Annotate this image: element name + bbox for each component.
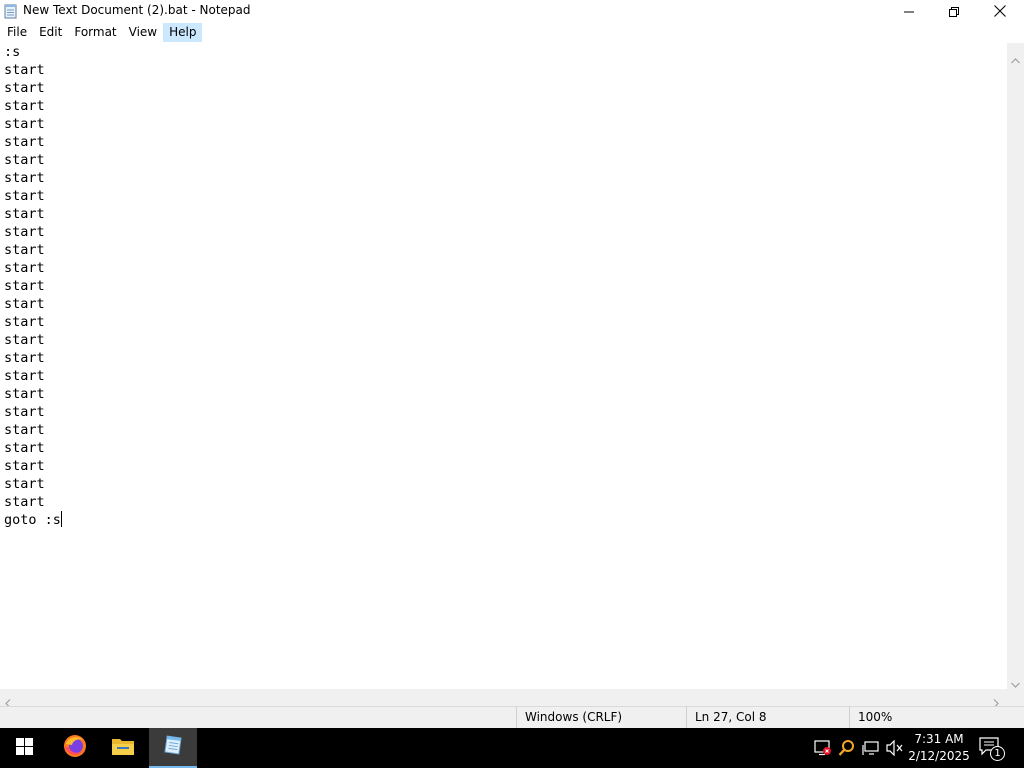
search-icon[interactable] [837, 738, 857, 758]
start-button[interactable] [0, 728, 48, 768]
zoom-status: 100% [849, 707, 1024, 729]
restore-icon [948, 2, 959, 21]
file-explorer-icon [111, 736, 135, 760]
title-bar[interactable]: New Text Document (2).bat - Notepad [0, 0, 1024, 23]
taskbar-notepad[interactable] [149, 728, 197, 768]
firefox-icon [63, 734, 87, 762]
taskbar: 7:31 AM 2/12/2025 1 [0, 728, 1024, 768]
scroll-up-icon[interactable] [1011, 49, 1020, 68]
close-icon [994, 2, 1006, 21]
menu-view[interactable]: View [123, 23, 163, 42]
minimize-icon [903, 2, 914, 21]
notepad-icon [162, 734, 184, 760]
close-button[interactable] [976, 0, 1024, 23]
window-title: New Text Document (2).bat - Notepad [23, 3, 251, 17]
cursor-position-status: Ln 27, Col 8 [686, 707, 850, 729]
scrollbar-corner [1007, 689, 1024, 706]
horizontal-scrollbar[interactable] [0, 689, 1007, 708]
volume-muted-icon[interactable] [885, 738, 905, 758]
clock-time: 7:31 AM [914, 732, 964, 746]
notification-count-badge: 1 [990, 746, 1005, 761]
windows-start-icon [15, 737, 33, 759]
taskbar-file-explorer[interactable] [99, 728, 147, 768]
vertical-scrollbar[interactable] [1007, 43, 1024, 689]
minimize-button[interactable] [886, 0, 931, 23]
network-icon[interactable] [861, 738, 881, 758]
status-bar: Windows (CRLF) Ln 27, Col 8 100% [0, 706, 1024, 729]
notepad-icon [4, 4, 18, 19]
menu-help[interactable]: Help [163, 23, 203, 42]
text-editor[interactable]: :s start start start start start start s… [0, 43, 1007, 689]
text-caret [60, 511, 62, 527]
clock-date: 2/12/2025 [908, 749, 970, 763]
line-ending-status: Windows (CRLF) [516, 707, 680, 729]
taskbar-firefox[interactable] [51, 728, 99, 768]
system-clock[interactable]: 7:31 AM 2/12/2025 [906, 731, 972, 765]
menu-edit[interactable]: Edit [33, 23, 68, 42]
menu-file[interactable]: File [1, 23, 33, 42]
menu-format[interactable]: Format [68, 23, 122, 42]
security-warning-icon[interactable] [813, 738, 833, 758]
menu-bar: File Edit Format View Help [0, 23, 1024, 42]
editor-content[interactable]: :s start start start start start start s… [4, 43, 62, 529]
restore-button[interactable] [931, 0, 976, 23]
editor-text: :s start start start start start start s… [4, 44, 61, 528]
action-center-button[interactable]: 1 [978, 736, 1008, 762]
